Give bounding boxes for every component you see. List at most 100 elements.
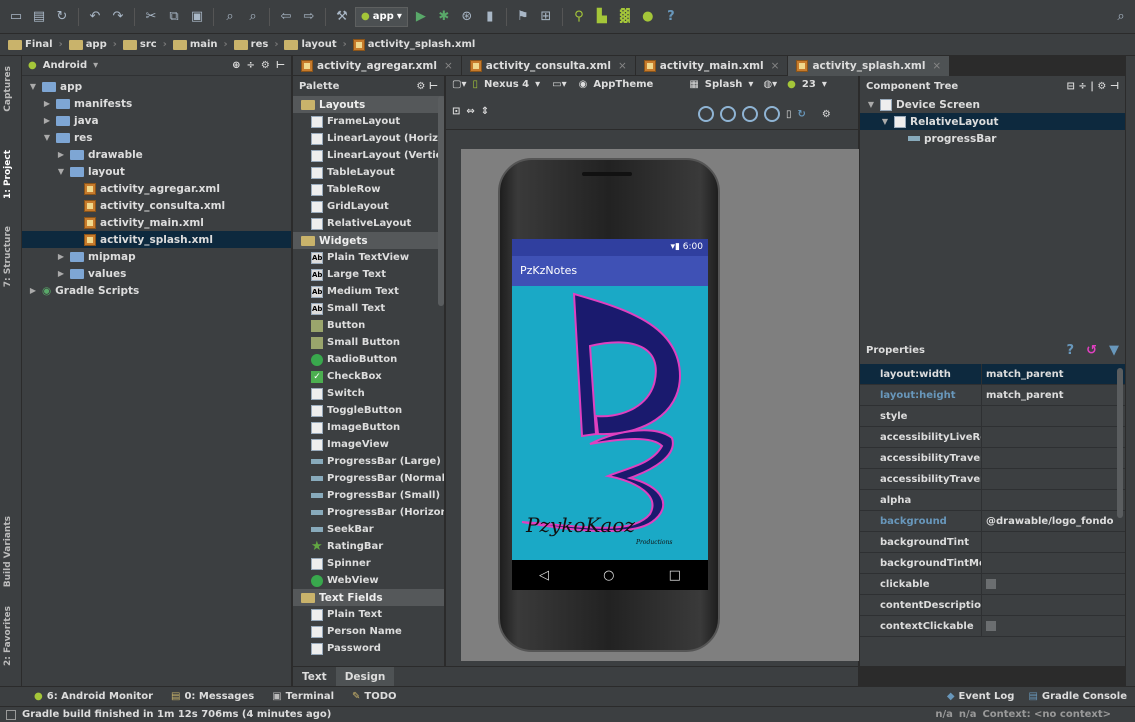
favorites-tab[interactable]: 2: Favorites <box>3 606 13 666</box>
search-everywhere-icon[interactable]: ⌕ <box>1111 7 1131 27</box>
restore-default-icon[interactable]: ↺ <box>1086 343 1097 358</box>
palette-section-header[interactable]: Text Fields <box>293 589 444 606</box>
tool-window-button[interactable]: ◆ Event Log <box>947 691 1015 702</box>
project-tree-item[interactable]: ▼ res <box>22 129 291 146</box>
chevron-down-icon[interactable]: ▾ <box>535 79 540 90</box>
palette-item[interactable]: ProgressBar (Small) <box>293 487 444 504</box>
design-mode-icon[interactable]: ▢▾ <box>452 79 466 90</box>
undo-icon[interactable]: ↶ <box>85 7 105 27</box>
recent-apps-icon[interactable]: □ <box>669 568 681 583</box>
palette-item[interactable]: Plain Text <box>293 606 444 623</box>
property-checkbox[interactable] <box>986 579 996 589</box>
palette-item[interactable]: TableLayout <box>293 164 444 181</box>
palette-item[interactable]: GridLayout <box>293 198 444 215</box>
property-checkbox[interactable] <box>986 621 996 631</box>
property-row[interactable]: contextClickable <box>860 616 1125 637</box>
attach-debugger-icon[interactable]: ⊛ <box>457 7 477 27</box>
project-tree-item[interactable]: activity_consulta.xml <box>22 197 291 214</box>
android-monitor-icon[interactable]: ▮ <box>480 7 500 27</box>
palette-section-header[interactable]: Widgets <box>293 232 444 249</box>
run-icon[interactable]: ▶ <box>411 7 431 27</box>
property-row[interactable]: accessibilityLiveRegion <box>860 427 1125 448</box>
property-value[interactable] <box>982 532 1125 552</box>
palette-item[interactable]: ImageButton <box>293 419 444 436</box>
gear-icon[interactable]: ⚙ ⊢ <box>416 81 438 92</box>
breadcrumb-item[interactable]: activity_splash.xml <box>352 38 475 51</box>
property-row[interactable]: contentDescription <box>860 595 1125 616</box>
project-tree-item[interactable]: ▶ ◉ Gradle Scripts <box>22 282 291 299</box>
project-structure-icon[interactable]: ⚑ <box>513 7 533 27</box>
palette-item[interactable]: LinearLayout (Vertical) <box>293 147 444 164</box>
property-value[interactable] <box>982 616 1125 636</box>
palette-item[interactable]: Button <box>293 317 444 334</box>
replace-icon[interactable]: ⌕ <box>243 7 263 27</box>
palette-item[interactable]: Password <box>293 640 444 657</box>
forward-icon[interactable]: ⇨ <box>299 7 319 27</box>
palette-item[interactable]: Ab Medium Text <box>293 283 444 300</box>
tool-window-button[interactable]: ▣ Terminal <box>272 691 334 702</box>
close-icon[interactable]: × <box>771 60 780 72</box>
captures-tab[interactable]: Captures <box>3 66 13 112</box>
palette-item[interactable]: LinearLayout (Horizontal) <box>293 130 444 147</box>
palette-item[interactable]: TableRow <box>293 181 444 198</box>
property-row[interactable]: style <box>860 406 1125 427</box>
property-value[interactable] <box>982 553 1125 573</box>
project-tree-item[interactable]: activity_splash.xml <box>22 231 291 248</box>
property-row[interactable]: backgroundTintMode <box>860 553 1125 574</box>
back-icon[interactable]: ⇦ <box>276 7 296 27</box>
redo-icon[interactable]: ↷ <box>108 7 128 27</box>
editor-tab[interactable]: activity_agregar.xml × <box>293 56 462 76</box>
property-value[interactable] <box>982 469 1125 489</box>
palette-item[interactable]: Ab Plain TextView <box>293 249 444 266</box>
expand-arrow-icon[interactable]: ▶ <box>56 269 66 278</box>
breadcrumb-item[interactable]: layout <box>284 39 337 50</box>
theme-selector[interactable]: AppTheme <box>593 79 653 90</box>
expand-arrow-icon[interactable]: ▼ <box>56 167 66 176</box>
sync-icon[interactable]: ↻ <box>52 7 72 27</box>
toggle-horizontal-icon[interactable]: ⇔ <box>466 106 474 117</box>
gradle-sync-icon[interactable]: ⊞ <box>536 7 556 27</box>
property-row[interactable]: accessibilityTraversalBefore <box>860 469 1125 490</box>
property-value[interactable] <box>982 595 1125 615</box>
screenshot-icon[interactable]: ▯ <box>786 109 792 120</box>
expand-arrow-icon[interactable]: ▼ <box>42 133 52 142</box>
property-value[interactable] <box>982 427 1125 447</box>
project-tree-item[interactable]: ▶ java <box>22 112 291 129</box>
tool-window-button[interactable]: ▤ 0: Messages <box>171 691 254 702</box>
refresh-icon[interactable]: ↻ <box>798 109 806 120</box>
api-level-selector[interactable]: 23 <box>802 79 816 90</box>
run-configuration-dropdown[interactable]: ● app ▾ <box>355 6 408 27</box>
editor-tab[interactable]: activity_splash.xml × <box>788 56 951 76</box>
zoom-actual-icon[interactable] <box>698 106 714 122</box>
chevron-down-icon[interactable]: ▾ <box>748 79 753 90</box>
hide-panel-icon[interactable]: ⊢ <box>276 60 285 71</box>
android-device-icon[interactable]: ● <box>638 7 658 27</box>
property-value[interactable]: @drawable/logo_fondo <box>982 511 1125 531</box>
breadcrumb-item[interactable]: src <box>122 39 157 50</box>
tab-design[interactable]: Design <box>335 667 395 686</box>
palette-item[interactable]: ProgressBar (Normal) <box>293 470 444 487</box>
locale-icon[interactable]: ◍▾ <box>763 79 777 90</box>
expand-arrow-icon[interactable]: ▶ <box>56 252 66 261</box>
zoom-screen-icon[interactable] <box>720 106 736 122</box>
palette-item[interactable]: Ab Large Text <box>293 266 444 283</box>
palette-section-header[interactable]: Layouts <box>293 96 444 113</box>
settings-icon[interactable]: ⚙ <box>822 109 831 120</box>
palette-item[interactable]: RelativeLayout <box>293 215 444 232</box>
expand-arrow-icon[interactable]: ▶ <box>56 150 66 159</box>
expand-arrow-icon[interactable]: ▼ <box>880 117 890 126</box>
project-tab[interactable]: 1: Project <box>3 150 13 199</box>
breadcrumb-item[interactable]: Final <box>8 39 53 50</box>
close-icon[interactable]: × <box>932 60 941 72</box>
project-tree-item[interactable]: ▼ app <box>22 78 291 95</box>
make-project-icon[interactable]: ⚒ <box>332 7 352 27</box>
property-row[interactable]: alpha <box>860 490 1125 511</box>
project-tree-item[interactable]: ▶ mipmap <box>22 248 291 265</box>
palette-scrollbar[interactable] <box>438 96 444 306</box>
properties-scrollbar[interactable] <box>1117 368 1123 518</box>
activity-selector[interactable]: Splash <box>705 79 743 90</box>
tool-window-button[interactable]: ✎ TODO <box>352 691 397 702</box>
tab-text[interactable]: Text <box>293 667 336 686</box>
expand-arrow-icon[interactable]: ▶ <box>42 99 52 108</box>
scroll-from-source-icon[interactable]: ⊕ <box>232 60 240 71</box>
